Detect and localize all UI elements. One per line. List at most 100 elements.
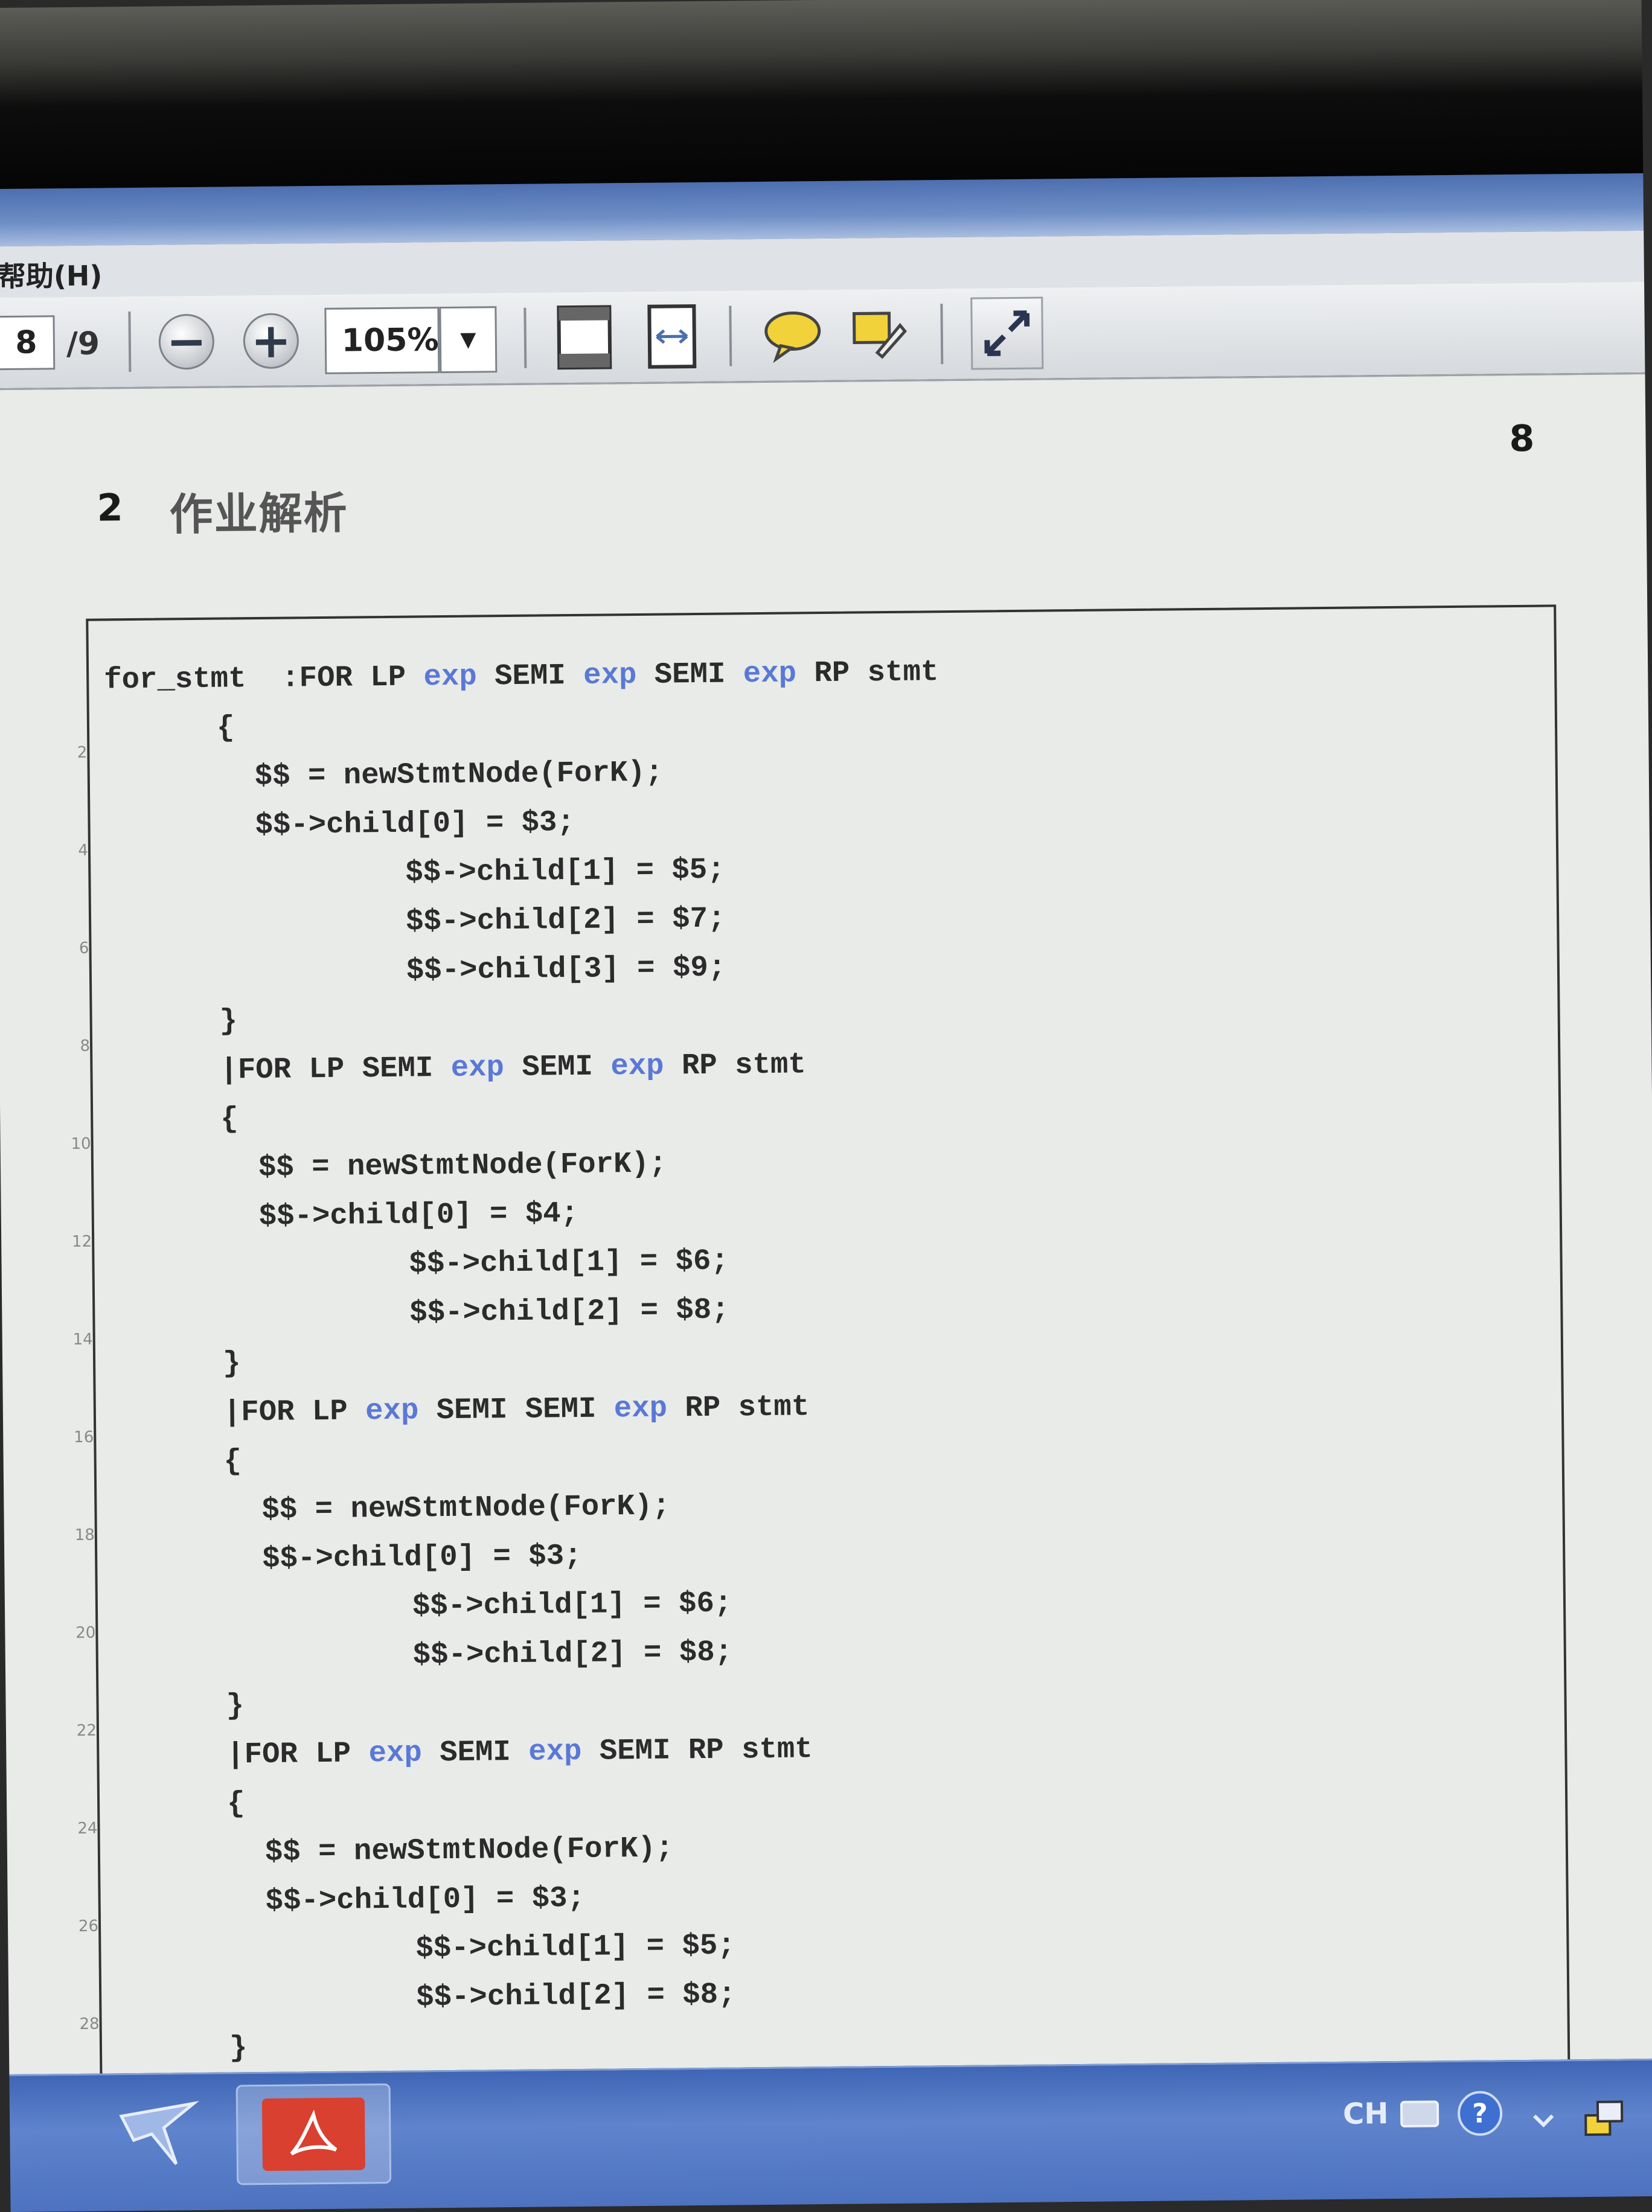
line-number: 8 <box>80 1037 91 1055</box>
page-number-input[interactable]: 8 <box>0 315 56 371</box>
zoom-dropdown-button[interactable]: ▼ <box>439 306 498 374</box>
code-token: $$->child[2] = $8; <box>415 1977 736 2015</box>
code-token: $$->child[2] = $7; <box>405 901 726 939</box>
line-number: 12 <box>71 1232 92 1251</box>
code-line: $$ = newStmtNode(ForK); <box>255 756 664 793</box>
tray-expand-icon[interactable] <box>1525 2082 1562 2137</box>
toolbar: 8 /9 − + 105% ▼ <box>0 281 1645 391</box>
code-line: $$->child[2] = $8; <box>413 1635 733 1672</box>
code-token: SEMI <box>504 1049 611 1085</box>
toolbar-separator <box>128 311 132 372</box>
code-line: } <box>226 1689 244 1722</box>
code-token: $$->child[2] = $8; <box>409 1293 729 1330</box>
zoom-in-icon[interactable]: + <box>243 312 299 369</box>
code-block: for_stmt :FOR LP exp SEMI exp SEMI exp R… <box>71 604 1570 2098</box>
code-line: $$->child[2] = $7; <box>406 902 726 939</box>
line-number: 18 <box>74 1526 95 1544</box>
code-token: |FOR LP <box>223 1394 366 1430</box>
code-keyword: exp <box>450 1050 505 1085</box>
taskbar: CH ? <box>9 2058 1652 2212</box>
code-line: $$->child[2] = $8; <box>409 1293 729 1330</box>
line-number: 22 <box>76 1721 97 1740</box>
code-line: $$->child[1] = $6; <box>409 1244 729 1281</box>
code-token: RP stmt <box>664 1047 807 1083</box>
code-token: |FOR LP SEMI <box>220 1050 451 1087</box>
help-icon[interactable]: ? <box>1456 2089 1505 2138</box>
code-token: $$->child[1] = $6; <box>409 1244 729 1281</box>
code-token: RP stmt <box>667 1390 810 1425</box>
zoom-level-field[interactable]: 105% <box>324 307 440 374</box>
code-token: $$ = newStmtNode(ForK); <box>264 1831 674 1869</box>
code-line: } <box>223 1346 241 1380</box>
highlight-icon[interactable] <box>844 304 911 365</box>
code-keyword: exp <box>583 657 637 692</box>
line-number: 4 <box>78 841 89 860</box>
code-token: for_stmt :FOR LP <box>103 660 424 697</box>
code-token: } <box>222 1346 241 1381</box>
code-token: } <box>219 1004 238 1038</box>
code-keyword: exp <box>528 1734 582 1769</box>
code-keyword: exp <box>423 659 478 694</box>
code-line: $$->child[0] = $3; <box>265 1881 585 1918</box>
code-token: $$->child[3] = $9; <box>406 950 726 988</box>
line-number: 26 <box>78 1917 99 1936</box>
screen: 帮助(H) 8 /9 − + 105% ▼ 8 2 作业解析 for_stmt … <box>0 0 1652 2212</box>
zoom-out-icon[interactable]: − <box>158 313 215 370</box>
fit-page-icon[interactable] <box>551 304 618 371</box>
line-number: 24 <box>77 1819 98 1838</box>
code-line: } <box>219 1004 237 1038</box>
line-number: 2 <box>77 743 88 762</box>
code-token: $$->child[0] = $3; <box>265 1881 586 1918</box>
code-token: $$->child[0] = $4; <box>258 1196 579 1234</box>
menu-help[interactable]: 帮助(H) <box>0 254 103 295</box>
line-number: 10 <box>71 1134 91 1154</box>
code-token: { <box>216 711 235 745</box>
code-keyword: exp <box>743 656 797 691</box>
section-number: 2 <box>97 485 123 530</box>
pdf-reader-icon[interactable] <box>235 2083 392 2185</box>
pdf-logo-icon <box>261 2097 365 2172</box>
code-line: for_stmt :FOR LP exp SEMI exp SEMI exp R… <box>104 655 939 697</box>
code-line: { <box>220 1102 239 1136</box>
code-token: |FOR LP <box>226 1736 369 1772</box>
code-line: $$->child[0] = $4; <box>259 1197 579 1233</box>
code-line: |FOR LP SEMI exp SEMI exp RP stmt <box>220 1047 806 1087</box>
code-line: { <box>217 711 235 744</box>
code-token: SEMI RP stmt <box>581 1732 813 1768</box>
tray-language[interactable]: CH <box>1343 2097 1389 2131</box>
code-token: $$->child[2] = $8; <box>412 1635 733 1672</box>
comment-icon[interactable] <box>759 305 826 366</box>
fit-width-icon[interactable] <box>641 303 702 370</box>
code-line: $$->child[2] = $8; <box>416 1978 736 2015</box>
code-token: $$ = newStmtNode(ForK); <box>254 755 664 794</box>
line-number: 16 <box>74 1428 94 1446</box>
toolbar-separator <box>523 307 527 368</box>
page-total: /9 <box>66 325 100 363</box>
code-token: $$->child[1] = $6; <box>412 1586 732 1623</box>
keyboard-icon[interactable] <box>1398 2095 1441 2132</box>
code-line: $$->child[0] = $3; <box>262 1539 582 1576</box>
fullscreen-icon[interactable] <box>970 296 1044 370</box>
line-number: 20 <box>75 1623 96 1642</box>
code-line: $$->child[1] = $5; <box>415 1929 735 1966</box>
code-token: RP stmt <box>796 655 939 691</box>
code-line: } <box>229 2031 248 2065</box>
bird-app-icon[interactable] <box>94 2085 222 2183</box>
line-number: 6 <box>78 939 89 957</box>
code-token: $$ = newStmtNode(ForK); <box>261 1489 671 1527</box>
code-line: $$->child[1] = $5; <box>405 853 725 890</box>
chevron-down-icon: ▼ <box>460 327 476 352</box>
toolbar-separator <box>729 305 732 366</box>
code-line: { <box>227 1786 245 1820</box>
code-line: $$->child[1] = $6; <box>412 1587 732 1623</box>
toolbar-separator <box>940 304 944 365</box>
code-token: SEMI SEMI <box>418 1392 615 1428</box>
line-number: 14 <box>72 1330 93 1349</box>
document-page: 8 2 作业解析 for_stmt :FOR LP exp SEMI exp S… <box>0 374 1652 2098</box>
code-keyword: exp <box>365 1393 419 1428</box>
code-token: SEMI <box>476 658 584 694</box>
monitor-bezel <box>0 0 1644 190</box>
code-line: |FOR LP exp SEMI exp SEMI RP stmt <box>226 1732 813 1771</box>
network-icon[interactable] <box>1580 2094 1628 2143</box>
code-line: $$ = newStmtNode(ForK); <box>261 1489 670 1527</box>
